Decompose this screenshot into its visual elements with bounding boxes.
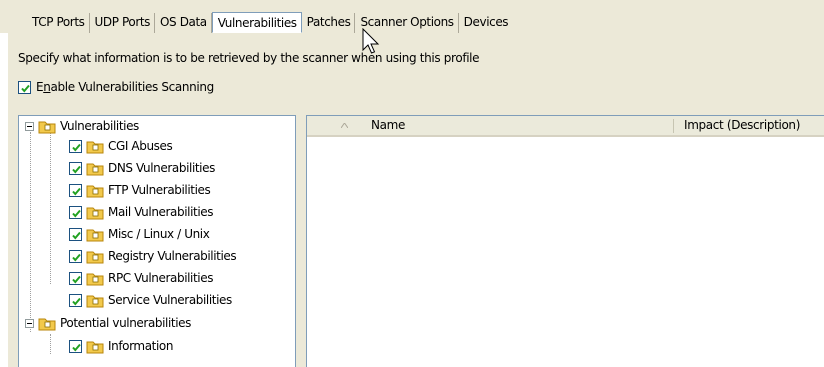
column-header-impact[interactable]: Impact (Description) — [684, 116, 800, 135]
collapse-icon[interactable] — [25, 318, 34, 328]
checkbox-checked-icon[interactable] — [69, 205, 82, 219]
folder-icon — [86, 295, 104, 307]
tab-vulnerabilities[interactable]: Vulnerabilities — [211, 12, 302, 33]
tree-node-child[interactable]: Mail Vulnerabilities — [69, 202, 213, 222]
folder-icon — [86, 141, 104, 153]
checkbox-checked-icon[interactable] — [69, 183, 82, 197]
enable-vulnerabilities-label: Enable Vulnerabilities Scanning — [36, 80, 214, 94]
checkbox-checked-icon[interactable] — [69, 339, 82, 353]
folder-icon — [38, 318, 56, 330]
vulnerability-list[interactable]: Name Impact (Description) — [306, 115, 824, 367]
tab-strip: TCP Ports UDP Ports OS Data Vulnerabilit… — [27, 12, 513, 33]
tree-node-vulnerabilities[interactable]: Vulnerabilities — [25, 116, 139, 136]
tab-patches[interactable]: Patches — [302, 13, 356, 33]
column-header-name[interactable]: Name — [371, 116, 405, 135]
tab-udp-ports[interactable]: UDP Ports — [90, 13, 156, 33]
tab-tcp-ports[interactable]: TCP Ports — [27, 13, 90, 33]
checkbox-checked-icon[interactable] — [69, 249, 82, 263]
tree-connector — [50, 334, 51, 354]
tree-node-child[interactable]: CGI Abuses — [69, 136, 173, 156]
checkbox-checked-icon[interactable] — [69, 161, 82, 175]
collapse-icon[interactable] — [25, 121, 34, 131]
vulnerabilities-page: Specify what information is to be retrie… — [8, 33, 824, 367]
tree-connector — [50, 132, 51, 284]
tree-node-child[interactable]: RPC Vulnerabilities — [69, 268, 213, 288]
tab-bar: TCP Ports UDP Ports OS Data Vulnerabilit… — [0, 0, 824, 33]
column-divider[interactable] — [673, 119, 674, 133]
tree-node-potential-vulnerabilities[interactable]: Potential vulnerabilities — [25, 313, 191, 333]
mouse-pointer-icon — [362, 28, 380, 54]
list-header: Name Impact (Description) — [307, 116, 824, 137]
tree-node-child[interactable]: DNS Vulnerabilities — [69, 158, 215, 178]
tree-node-child[interactable]: Registry Vulnerabilities — [69, 246, 237, 266]
folder-icon — [86, 229, 104, 241]
checkbox-checked-icon[interactable] — [69, 139, 82, 153]
vulnerability-tree[interactable]: Vulnerabilities CGI Abuses DNS Vulnerabi… — [18, 115, 296, 367]
checkbox-checked-icon[interactable] — [69, 271, 82, 285]
folder-icon — [86, 163, 104, 175]
page-description: Specify what information is to be retrie… — [18, 51, 480, 65]
tree-node-child[interactable]: FTP Vulnerabilities — [69, 180, 211, 200]
enable-vulnerabilities-checkbox[interactable]: Enable Vulnerabilities Scanning — [18, 80, 214, 94]
folder-icon — [86, 251, 104, 263]
folder-icon — [86, 341, 104, 353]
checkbox-checked-icon[interactable] — [69, 227, 82, 241]
tree-node-child[interactable]: Information — [69, 336, 173, 356]
sort-ascending-icon — [341, 123, 348, 128]
tab-devices[interactable]: Devices — [459, 13, 513, 33]
checkbox-checked-icon[interactable] — [18, 80, 31, 94]
checkbox-checked-icon[interactable] — [69, 293, 82, 307]
folder-icon — [86, 185, 104, 197]
folder-icon — [38, 121, 56, 133]
tab-os-data[interactable]: OS Data — [155, 13, 212, 33]
folder-icon — [86, 273, 104, 285]
folder-icon — [86, 207, 104, 219]
tree-node-child[interactable]: Misc / Linux / Unix — [69, 224, 210, 244]
tree-node-child[interactable]: Service Vulnerabilities — [69, 290, 232, 310]
tree-connector — [30, 132, 31, 332]
